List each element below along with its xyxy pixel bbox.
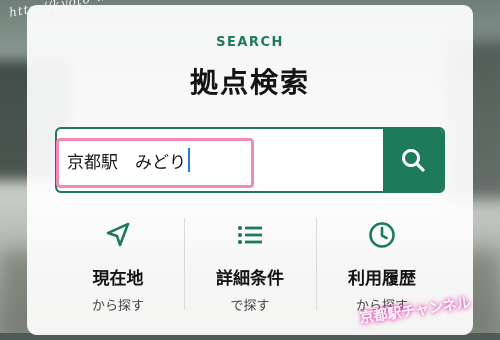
page-title: 拠点検索 bbox=[189, 66, 310, 99]
option-label: 詳細条件 bbox=[216, 269, 284, 289]
clock-icon bbox=[369, 222, 395, 248]
search-bar: 京都駅 みどり bbox=[55, 127, 445, 193]
option-label: 現在地 bbox=[92, 269, 144, 289]
option-current-location[interactable]: 現在地 から探す bbox=[52, 218, 184, 318]
search-icon bbox=[402, 149, 425, 172]
option-detailed-conditions[interactable]: 詳細条件 で探す bbox=[184, 218, 316, 318]
search-input[interactable]: 京都駅 みどり bbox=[57, 129, 383, 191]
option-sub: で探す bbox=[230, 299, 270, 314]
search-card: SEARCH 拠点検索 京都駅 みどり 現在地 から探す 詳細条件 で探す 利用… bbox=[27, 5, 473, 335]
search-button[interactable] bbox=[383, 129, 443, 191]
text-caret bbox=[188, 148, 190, 172]
option-label: 利用履歴 bbox=[348, 269, 416, 289]
search-input-value: 京都駅 みどり bbox=[67, 152, 186, 173]
list-icon bbox=[238, 226, 262, 244]
option-sub: から探す bbox=[91, 299, 144, 314]
location-arrow-icon bbox=[106, 222, 130, 247]
